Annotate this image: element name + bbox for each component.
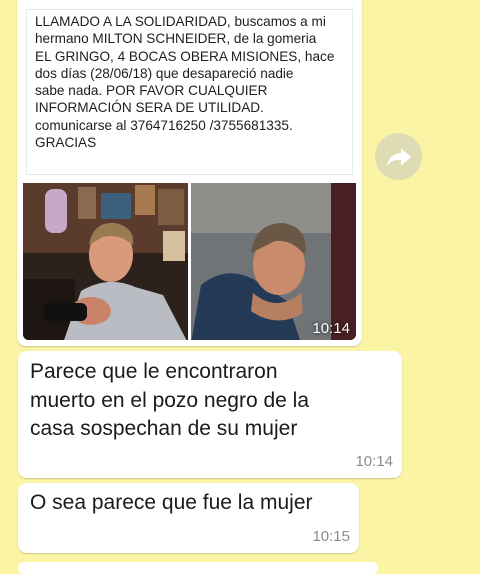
flyer-line: GRACIAS: [35, 135, 97, 151]
flyer-line: LLAMADO A LA SOLIDARIDAD, buscamos a mi: [35, 14, 326, 29]
flyer-line: INFORMACIÓN SERA DE UTILIDAD.: [35, 100, 264, 116]
photo-man-outdoors-illustration: [191, 183, 356, 340]
message-line: Parece que le encontraron: [30, 360, 278, 383]
photo-pair: 10:14: [23, 183, 356, 340]
message-timestamp: 10:15: [312, 528, 350, 545]
image-message-bubble[interactable]: LLAMADO A LA SOLIDARIDAD, buscamos a mi …: [17, 0, 362, 346]
flyer-line: hermano MILTON SCHNEIDER, de la gomeria: [35, 31, 317, 47]
message-timestamp: 10:14: [312, 320, 350, 337]
flyer-line: dos días (28/06/18) que desapareció nadi…: [35, 65, 294, 81]
flyer-line: sabe nada. POR FAVOR CUALQUIER: [35, 83, 268, 99]
flyer-line: comunicarse al 3764716250 /3755681335.: [35, 117, 293, 133]
message-line: muerto en el pozo negro de la: [30, 388, 310, 412]
message-text: O sea parece que fue la mujer: [30, 491, 313, 514]
text-message-bubble[interactable]: O sea parece que fue la mujer 10:15: [18, 483, 359, 553]
forward-button[interactable]: [375, 133, 422, 180]
photo-man-indoors: [23, 183, 188, 340]
photo-man-indoors-illustration: [23, 183, 188, 340]
photo-man-outdoors: [191, 183, 356, 340]
next-message-bubble-partial: [18, 562, 378, 574]
message-text: Parece que le encontraron muerto en el p…: [30, 358, 309, 444]
missing-person-flyer: LLAMADO A LA SOLIDARIDAD, buscamos a mi …: [26, 9, 353, 175]
image-message[interactable]: LLAMADO A LA SOLIDARIDAD, buscamos a mi …: [23, 6, 356, 340]
message-line: casa sospechan de su mujer: [30, 417, 298, 440]
text-message-bubble[interactable]: Parece que le encontraron muerto en el p…: [18, 351, 402, 478]
flyer-line: EL GRINGO, 4 BOCAS OBERA MISIONES, hace: [35, 48, 335, 64]
forward-arrow-icon: [386, 147, 411, 166]
message-timestamp: 10:14: [355, 453, 393, 470]
